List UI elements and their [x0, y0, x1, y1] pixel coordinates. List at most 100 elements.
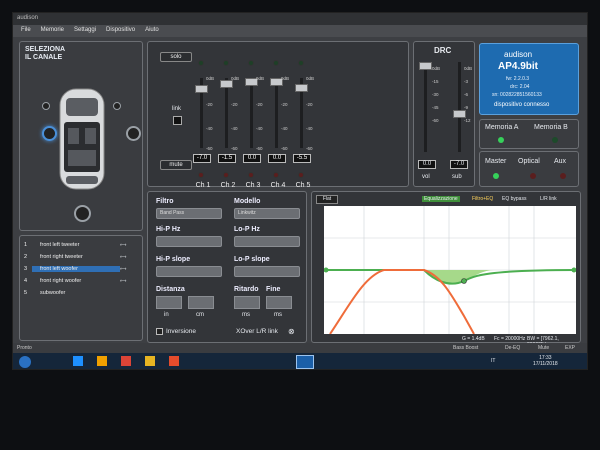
hipass-slope-dropdown[interactable] [156, 266, 222, 277]
vol-fader-knob[interactable] [419, 62, 432, 70]
channel-row-4[interactable]: 4 front right woofer ⟷ [24, 276, 140, 286]
mute-led[interactable] [298, 172, 304, 178]
gain-value[interactable]: 0.0 [243, 154, 261, 163]
fader-scale-label: -40 [231, 126, 238, 131]
memory-b-button[interactable]: Memoria B [534, 124, 568, 131]
menu-aiuto[interactable]: Aiuto [145, 27, 159, 35]
fader-knob[interactable] [220, 79, 233, 88]
eq-bypass-toggle[interactable]: EQ bypass [502, 196, 526, 202]
window-titlebar: audison [13, 13, 587, 25]
solo-led[interactable] [198, 60, 204, 66]
fader-knob[interactable] [195, 85, 208, 94]
fine-ms-field[interactable] [266, 296, 292, 309]
delay-ms-field[interactable] [234, 296, 260, 309]
memory-a-button[interactable]: Memoria A [485, 124, 518, 131]
channel-name: front left tweeter [40, 242, 80, 248]
flat-tab[interactable]: Flat [316, 195, 338, 204]
channel-label: Ch 2 [220, 182, 236, 189]
fader-scale-label: -60 [306, 146, 313, 151]
lopass-slope-dropdown[interactable] [234, 266, 300, 277]
model-dropdown[interactable]: Linkwitz [234, 208, 300, 219]
channel-row-5[interactable]: 5 subwoofer [24, 288, 140, 298]
link-checkbox[interactable] [173, 116, 182, 125]
channel-number: 5 [24, 290, 28, 296]
link-icon: ⟷ [120, 242, 127, 247]
channel-name: front right tweeter [40, 254, 83, 260]
optical-led [530, 173, 536, 179]
fader-knob[interactable] [295, 83, 308, 92]
distance-label: Distanza [156, 286, 185, 293]
solo-led[interactable] [248, 60, 254, 66]
fader-track [250, 78, 253, 148]
aux-source-button[interactable]: Aux [554, 158, 566, 165]
fader-track [275, 78, 278, 148]
channel-row-2[interactable]: 2 front right tweeter ⟷ [24, 252, 140, 262]
menu-memorie[interactable]: Memorie [41, 27, 64, 35]
firefox-icon[interactable] [169, 356, 179, 366]
fader-scale-label: -40 [306, 126, 313, 131]
channel-name: front left woofer [32, 266, 120, 272]
optical-source-button[interactable]: Optical [518, 158, 540, 165]
gain-value[interactable]: -1.5 [218, 154, 236, 163]
channel-row-3[interactable]: 3 front left woofer ⟷ [24, 264, 140, 274]
distance-in-field[interactable] [156, 296, 182, 309]
woofer-right-speaker[interactable] [126, 126, 141, 141]
tweeter-right-speaker[interactable] [113, 102, 121, 110]
mute-led[interactable] [198, 172, 204, 178]
menu-dispositivo[interactable]: Dispositivo [106, 27, 135, 35]
audison-app-icon[interactable] [296, 355, 314, 369]
distance-cm-field[interactable] [188, 296, 214, 309]
inversione-checkbox[interactable] [156, 328, 163, 335]
equalization-label[interactable]: Equalizzazione [422, 196, 460, 202]
woofer-left-speaker[interactable] [42, 126, 57, 141]
language-indicator[interactable]: IT [491, 358, 495, 364]
folder-icon[interactable] [145, 356, 155, 366]
mute-led[interactable] [273, 172, 279, 178]
xover-link-toggle-icon[interactable]: ⊗ [288, 327, 295, 336]
lopass-hz-dropdown[interactable] [234, 236, 300, 247]
clock[interactable]: 17:33 17/11/2018 [533, 355, 558, 367]
filter-eq-toggle[interactable]: Filtro+EQ [472, 196, 493, 202]
fader-scale-label: -40 [281, 126, 288, 131]
ie-icon[interactable] [73, 356, 83, 366]
menu-file[interactable]: File [21, 27, 31, 35]
fader-scale-label: -20 [306, 102, 313, 107]
start-button[interactable] [19, 356, 31, 368]
mute-led[interactable] [248, 172, 254, 178]
link-icon: ⟷ [120, 278, 127, 283]
mute-led[interactable] [223, 172, 229, 178]
fader-scale-label: -20 [281, 102, 288, 107]
tweeter-left-speaker[interactable] [42, 102, 50, 110]
subwoofer-speaker[interactable] [74, 205, 91, 222]
mute-indicator: Mute [538, 345, 550, 351]
gain-value[interactable]: 0.0 [268, 154, 286, 163]
solo-led[interactable] [223, 60, 229, 66]
fader-scale-label: 0dB [231, 76, 240, 81]
gain-value[interactable]: -7.0 [193, 154, 211, 163]
status-bar: Pronto Bass Boost De-EQ Mute EXP [13, 343, 587, 353]
memory-panel: Memoria A Memoria B [479, 119, 579, 149]
explorer-icon[interactable] [97, 356, 107, 366]
solo-button[interactable]: solo [160, 52, 192, 62]
unit-ms-fine-label: ms [274, 312, 282, 318]
master-source-button[interactable]: Master [485, 158, 506, 165]
lr-link-toggle[interactable]: L/R link [540, 196, 557, 202]
filter-dropdown[interactable]: Band Pass [156, 208, 222, 219]
mute-button[interactable]: mute [160, 160, 192, 170]
unit-ms-label: ms [242, 312, 250, 318]
frequency-response-panel: Flat Equalizzazione Filtro+EQ EQ bypass … [311, 191, 581, 348]
monitor-screen: audison File Memorie Settaggi Dispositiv… [12, 12, 588, 370]
vol-fader-track [424, 62, 427, 152]
solo-led[interactable] [298, 60, 304, 66]
sub-value[interactable]: -7.0 [450, 160, 468, 169]
solo-led[interactable] [273, 60, 279, 66]
chrome-icon[interactable] [121, 356, 131, 366]
menu-settaggi[interactable]: Settaggi [74, 27, 96, 35]
frequency-plot[interactable] [324, 206, 576, 334]
exp-indicator: EXP [565, 345, 576, 351]
gain-value[interactable]: -5.5 [293, 154, 311, 163]
fader-scale-label: -60 [206, 146, 213, 151]
vol-value[interactable]: 0.0 [418, 160, 436, 169]
hipass-hz-dropdown[interactable] [156, 236, 222, 247]
channel-row-1[interactable]: 1 front left tweeter ⟷ [24, 240, 140, 250]
